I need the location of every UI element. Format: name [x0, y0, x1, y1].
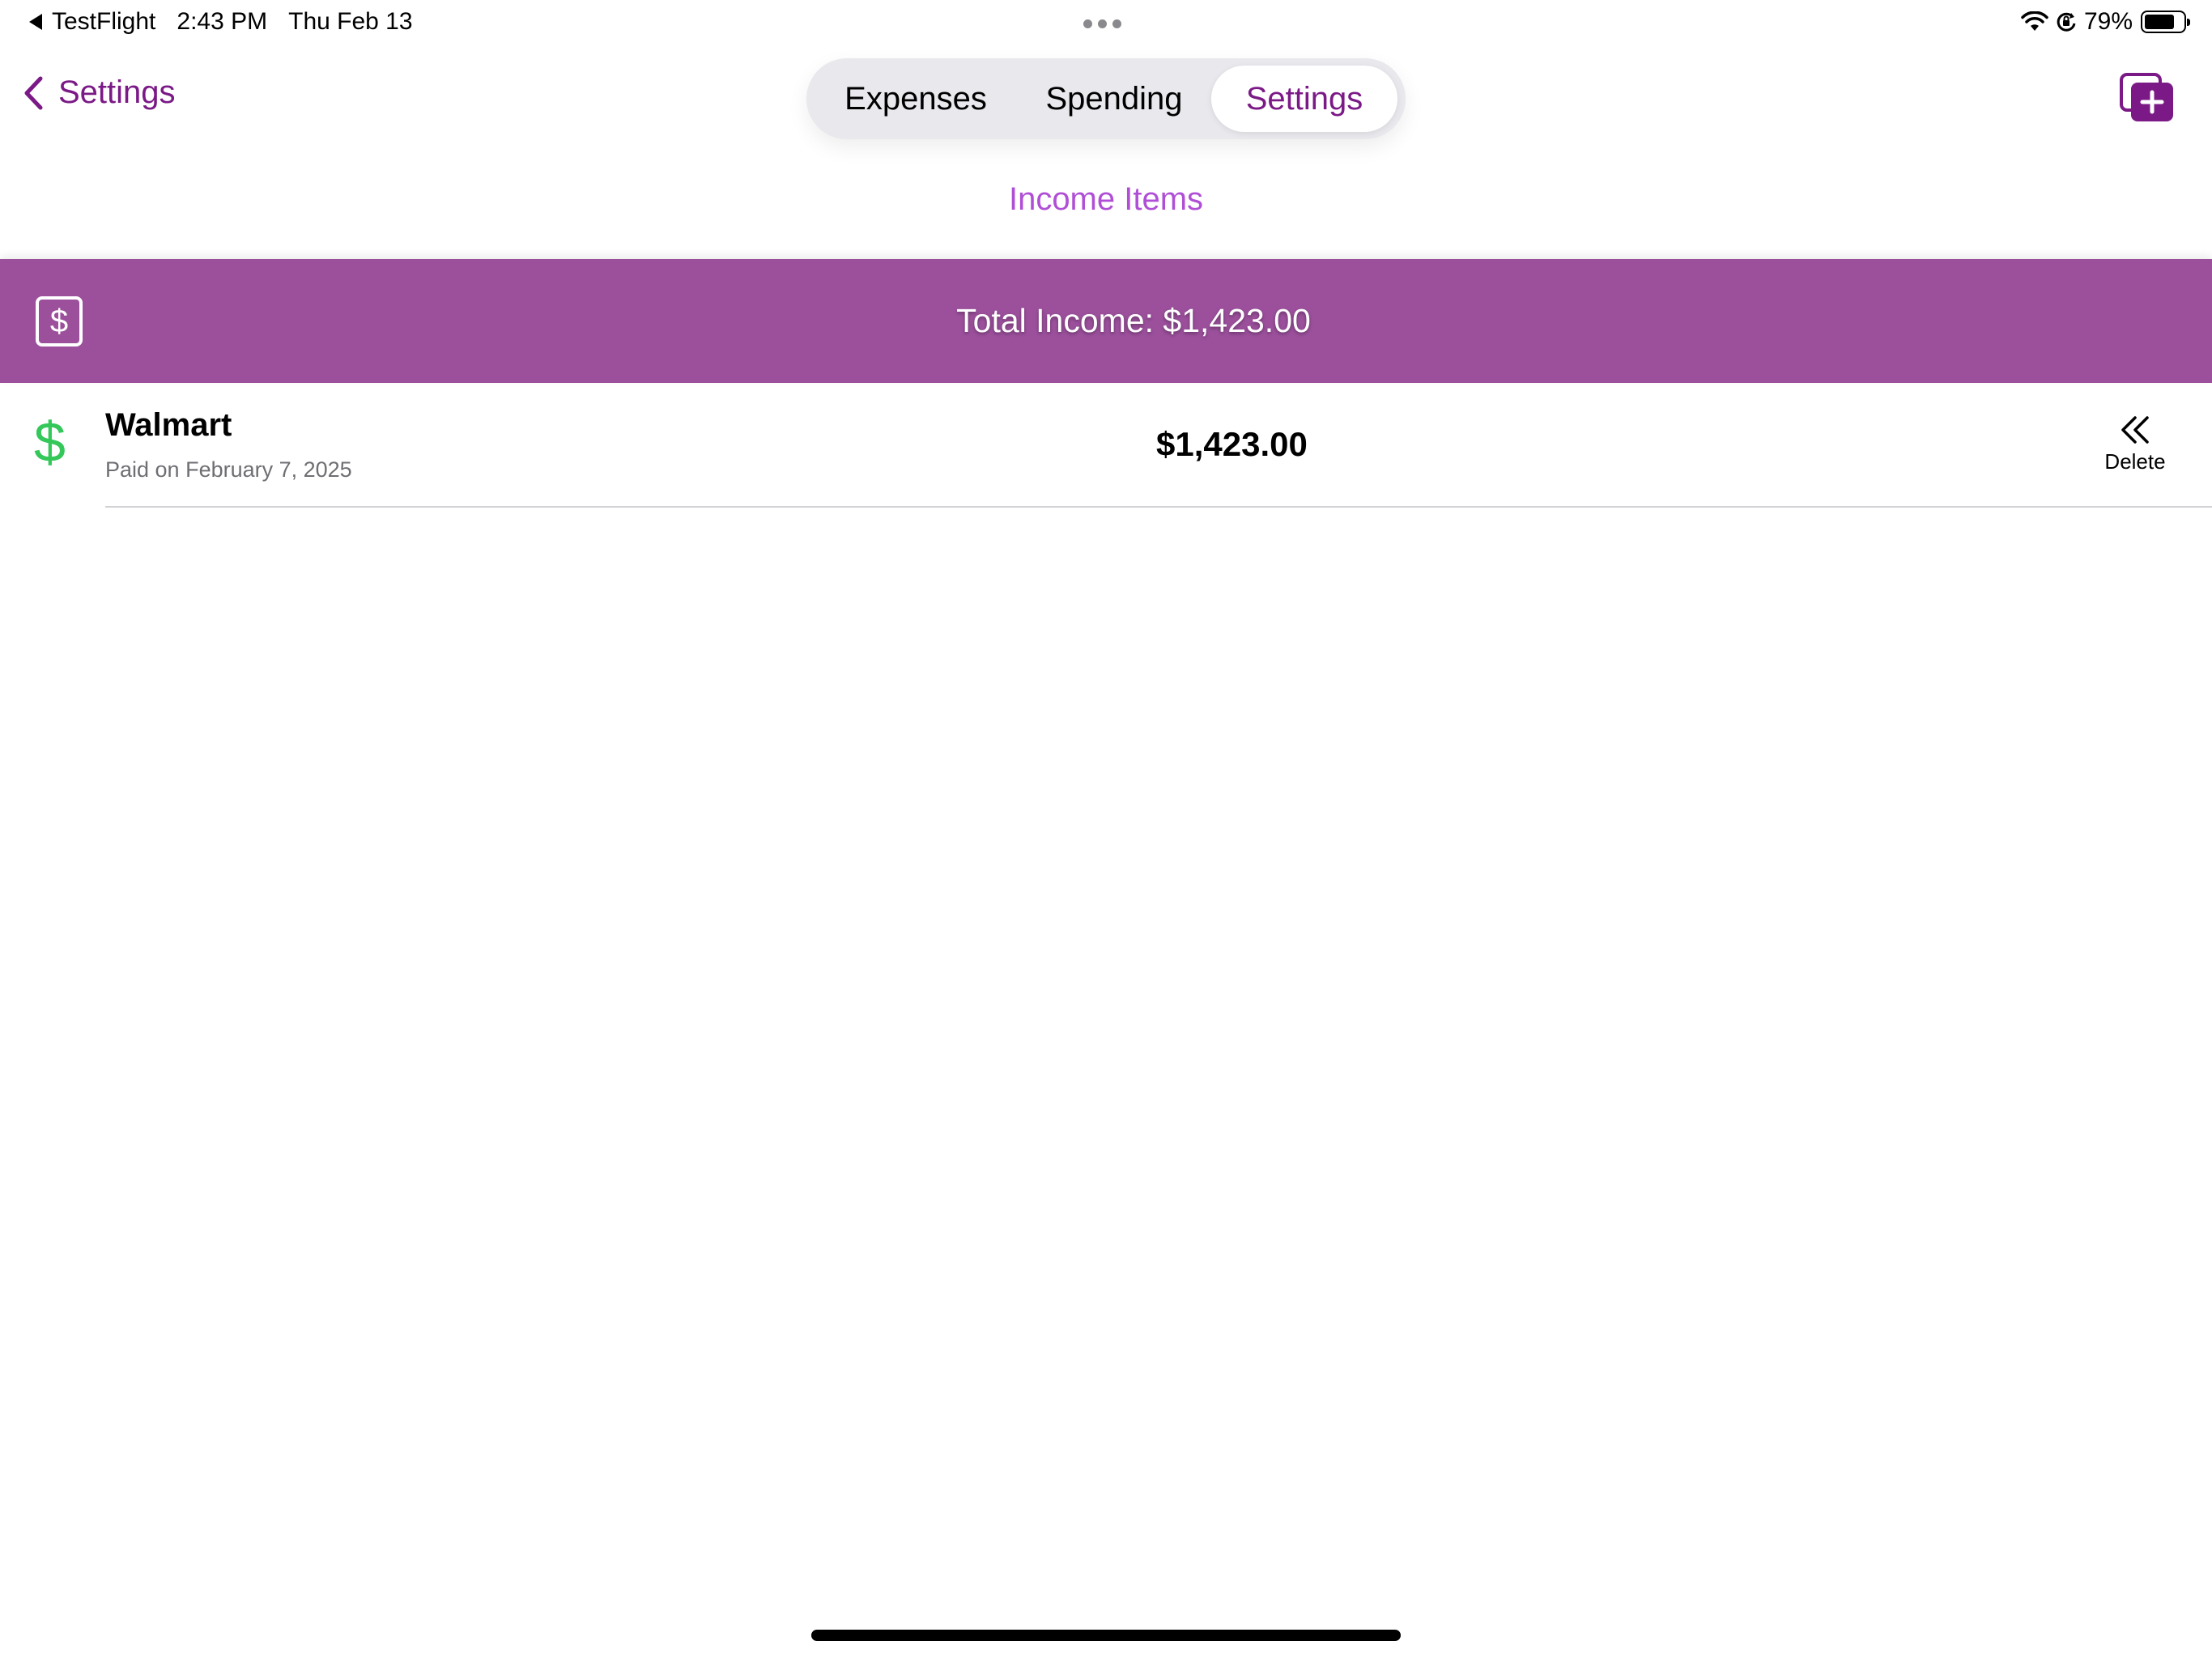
- delete-label[interactable]: Delete: [2104, 449, 2165, 474]
- row-divider: [105, 506, 2212, 508]
- page-title: Income Items: [1008, 181, 1204, 217]
- add-item-icon: [2120, 73, 2173, 121]
- tab-settings[interactable]: Settings: [1211, 66, 1397, 132]
- income-paid-date: Paid on February 7, 2025: [105, 457, 352, 482]
- total-income-banner: $ Total Income: $1,423.00: [0, 259, 2212, 383]
- status-date: Thu Feb 13: [288, 8, 413, 35]
- income-name: Walmart: [105, 407, 232, 443]
- back-to-app-icon[interactable]: [29, 14, 42, 30]
- multitasking-dots-icon[interactable]: [1083, 19, 1121, 28]
- income-amount: $1,423.00: [1156, 425, 1308, 463]
- back-to-app-label[interactable]: TestFlight: [52, 8, 155, 36]
- dollar-icon: $: [34, 410, 66, 474]
- double-chevron-left-icon: [2121, 416, 2149, 444]
- add-income-button[interactable]: [2120, 73, 2175, 123]
- main-tabs: Expenses Spending Settings: [806, 58, 1406, 139]
- tab-spending[interactable]: Spending: [1017, 66, 1211, 132]
- status-time: 2:43 PM: [177, 8, 268, 35]
- total-income-label: Total Income: $1,423.00: [956, 302, 1311, 339]
- home-indicator[interactable]: [811, 1630, 1401, 1641]
- status-bar-left[interactable]: TestFlight 2:43 PM Thu Feb 13: [29, 8, 413, 36]
- battery-level: [2145, 15, 2175, 29]
- wifi-icon: [2021, 11, 2048, 31]
- battery-icon: [2141, 11, 2190, 33]
- list-item[interactable]: $ Walmart Paid on February 7, 2025 $1,42…: [0, 383, 2212, 508]
- delete-button[interactable]: Delete: [2091, 415, 2180, 474]
- back-button-label[interactable]: Settings: [58, 74, 176, 111]
- battery-percent: 79%: [2083, 8, 2133, 35]
- back-button[interactable]: Settings: [23, 74, 176, 111]
- orientation-lock-icon: [2057, 12, 2076, 32]
- tab-expenses[interactable]: Expenses: [815, 66, 1017, 132]
- chevron-left-icon: [24, 76, 43, 109]
- status-bar-right: 79%: [2021, 8, 2190, 36]
- status-bar: TestFlight 2:43 PM Thu Feb 13 79%: [0, 0, 2212, 49]
